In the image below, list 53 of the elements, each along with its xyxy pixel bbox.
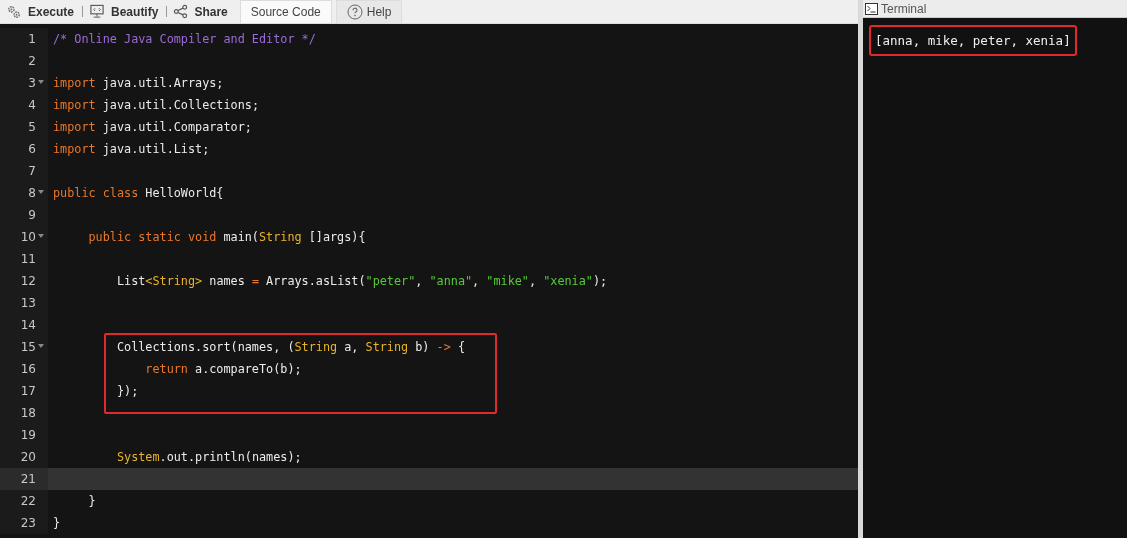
terminal-icon [865, 2, 878, 15]
code-line: import java.util.List; [53, 142, 210, 156]
terminal-title: Terminal [881, 1, 927, 16]
gears-icon [6, 4, 22, 19]
help-icon [346, 4, 363, 20]
tab[interactable]: Help [335, 0, 403, 23]
share-icon [173, 4, 189, 19]
fold-arrow-icon[interactable] [38, 344, 44, 349]
line-number: 16 [20, 362, 36, 376]
line-number: 15 [20, 340, 36, 354]
fold-arrow-icon[interactable] [38, 234, 44, 239]
code-line: public static void main(String []args){ [87, 230, 366, 244]
line-number: 6 [28, 142, 36, 156]
line-number: 21 [20, 472, 36, 486]
line-number: 9 [28, 208, 36, 222]
line-number: 12 [20, 274, 36, 288]
line-number: 8 [28, 186, 36, 200]
line-number: 17 [20, 384, 36, 398]
line-number: 1 [28, 32, 36, 46]
line-number: 22 [20, 494, 36, 508]
monitor-icon [89, 4, 106, 19]
toolbar-button[interactable]: Share [167, 0, 236, 23]
code-line: public class HelloWorld{ [53, 186, 224, 200]
line-number: 5 [28, 120, 36, 134]
code-line: } [87, 494, 96, 508]
line-number: 18 [20, 406, 36, 420]
fold-arrow-icon[interactable] [38, 80, 44, 85]
code-line: import java.util.Collections; [53, 98, 259, 112]
line-number: 3 [28, 76, 36, 90]
code-line: System.out.println(names); [115, 450, 302, 464]
code-line: return a.compareTo(b); [144, 362, 302, 376]
code-line: /* Online Java Compiler and Editor */ [53, 32, 316, 46]
line-number: 14 [20, 318, 36, 332]
line-number: 2 [28, 54, 36, 68]
toolbar-button[interactable]: Beautify [83, 0, 167, 23]
line-number: 11 [20, 252, 36, 266]
line-number: 20 [20, 450, 36, 464]
code-line: List<String> names = Arrays.asList("peter", "anna", "mike", "xenia"); [115, 274, 608, 288]
terminal-output: [anna, mike, peter, xenia] [869, 25, 1077, 56]
toolbar-button[interactable]: Execute [0, 0, 83, 23]
tab[interactable]: Source Code [239, 0, 332, 23]
line-number: 10 [20, 230, 36, 244]
line-number: 19 [20, 428, 36, 442]
line-number: 4 [28, 98, 36, 112]
fold-arrow-icon[interactable] [38, 190, 44, 195]
code-line: import java.util.Arrays; [53, 76, 224, 90]
code-line: }); [115, 384, 139, 398]
code-line: Collections.sort(names, (String a, String b) -> { [115, 340, 465, 354]
line-number: 13 [20, 296, 36, 310]
line-number: 23 [20, 516, 36, 530]
code-line: } [53, 516, 61, 530]
code-line: import java.util.Comparator; [53, 120, 252, 134]
line-number: 7 [28, 164, 36, 178]
